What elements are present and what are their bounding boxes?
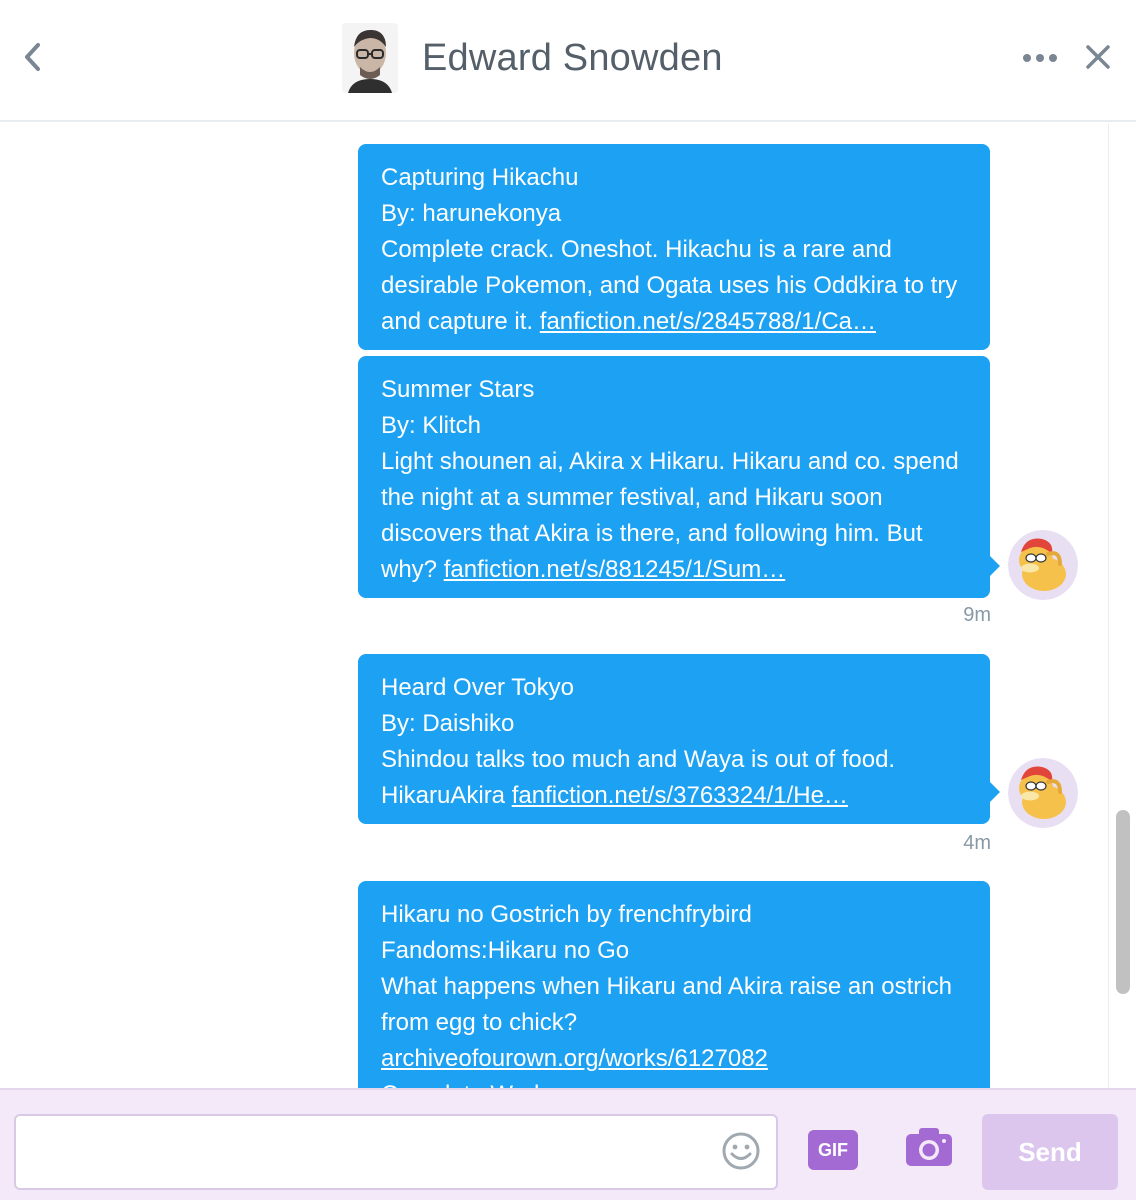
story-summary-text: and capture it. — [381, 308, 534, 335]
send-button[interactable]: Send — [982, 1114, 1118, 1190]
camera-button[interactable] — [902, 1124, 956, 1170]
message-bubble: Summer Stars By: Klitch Light shounen ai… — [358, 356, 1000, 598]
story-link-line: archiveofourown.org/works/6127082 — [381, 1041, 968, 1077]
story-link[interactable]: fanfiction.net/s/3763324/1/He… — [512, 782, 848, 809]
back-button[interactable] — [18, 38, 52, 76]
story-summary-line: the night at a summer festival, and Hika… — [381, 484, 883, 511]
story-author: By: Daishiko — [381, 710, 515, 737]
story-summary-last-line: and capture it. fanfiction.net/s/2845788… — [381, 304, 968, 340]
camera-icon — [906, 1128, 952, 1166]
story-title: Capturing Hikachu — [381, 164, 579, 191]
story-summary-line: Complete crack. Oneshot. Hikachu is a ra… — [381, 236, 892, 263]
close-button[interactable] — [1084, 42, 1112, 72]
story-link[interactable]: archiveofourown.org/works/6127082 — [381, 1045, 768, 1072]
story-link[interactable]: fanfiction.net/s/881245/1/Sum… — [444, 556, 786, 583]
emoji-icon — [722, 1132, 760, 1170]
story-status: Complete Work — [381, 1077, 968, 1088]
message-bubble: Heard Over Tokyo By: Daishiko Shindou ta… — [358, 654, 1000, 824]
emoji-button[interactable] — [720, 1130, 762, 1172]
story-title: Summer Stars — [381, 376, 535, 403]
story-fandom: Fandoms:Hikaru no Go — [381, 937, 630, 964]
message-composer: GIF Send — [0, 1088, 1136, 1200]
story-title: Hikaru no Gostrich by frenchfrybird — [381, 901, 752, 928]
more-dots-icon — [1023, 54, 1057, 62]
story-author: By: Klitch — [381, 412, 482, 439]
message-timestamp: 9m — [963, 604, 991, 626]
conversation-header: Edward Snowden — [0, 0, 1136, 122]
story-title: Heard Over Tokyo — [381, 674, 574, 701]
conversation-title-group[interactable]: Edward Snowden — [342, 22, 723, 94]
message-bubble: Capturing Hikachu By: harunekonya Comple… — [358, 144, 990, 350]
story-summary-last-line: why? fanfiction.net/s/881245/1/Sum… — [381, 552, 968, 588]
story-summary-text: HikaruAkira — [381, 782, 506, 809]
story-summary-last-line: HikaruAkira fanfiction.net/s/3763324/1/H… — [381, 778, 968, 814]
close-icon — [1086, 45, 1110, 69]
back-chevron-icon — [25, 43, 40, 71]
story-summary-line: desirable Pokemon, and Ogata uses his Od… — [381, 272, 958, 299]
story-summary-line: from egg to chick? — [381, 1009, 578, 1036]
gif-button[interactable]: GIF — [808, 1130, 858, 1170]
story-summary-line: Light shounen ai, Akira x Hikaru. Hikaru… — [381, 448, 959, 475]
scrollbar-thumb[interactable] — [1116, 810, 1130, 994]
more-options-button[interactable] — [1020, 46, 1060, 70]
story-summary-line: What happens when Hikaru and Akira raise… — [381, 973, 952, 1000]
sender-avatar[interactable] — [1008, 530, 1078, 600]
story-author: By: harunekonya — [381, 200, 562, 227]
message-timestamp: 4m — [963, 832, 991, 854]
conversation-title: Edward Snowden — [422, 36, 723, 79]
story-link[interactable]: fanfiction.net/s/2845788/1/Ca… — [540, 308, 876, 335]
story-summary-text: why? — [381, 556, 438, 583]
sender-avatar[interactable] — [1008, 758, 1078, 828]
message-bubble: Hikaru no Gostrich by frenchfrybird Fand… — [358, 881, 990, 1088]
story-summary-line: Shindou talks too much and Waya is out o… — [381, 746, 896, 773]
avatar — [342, 23, 398, 93]
message-input[interactable] — [14, 1114, 778, 1190]
story-summary-line: discovers that Akira is there, and follo… — [381, 520, 923, 547]
message-thread[interactable]: Capturing Hikachu By: harunekonya Comple… — [0, 124, 1136, 1088]
